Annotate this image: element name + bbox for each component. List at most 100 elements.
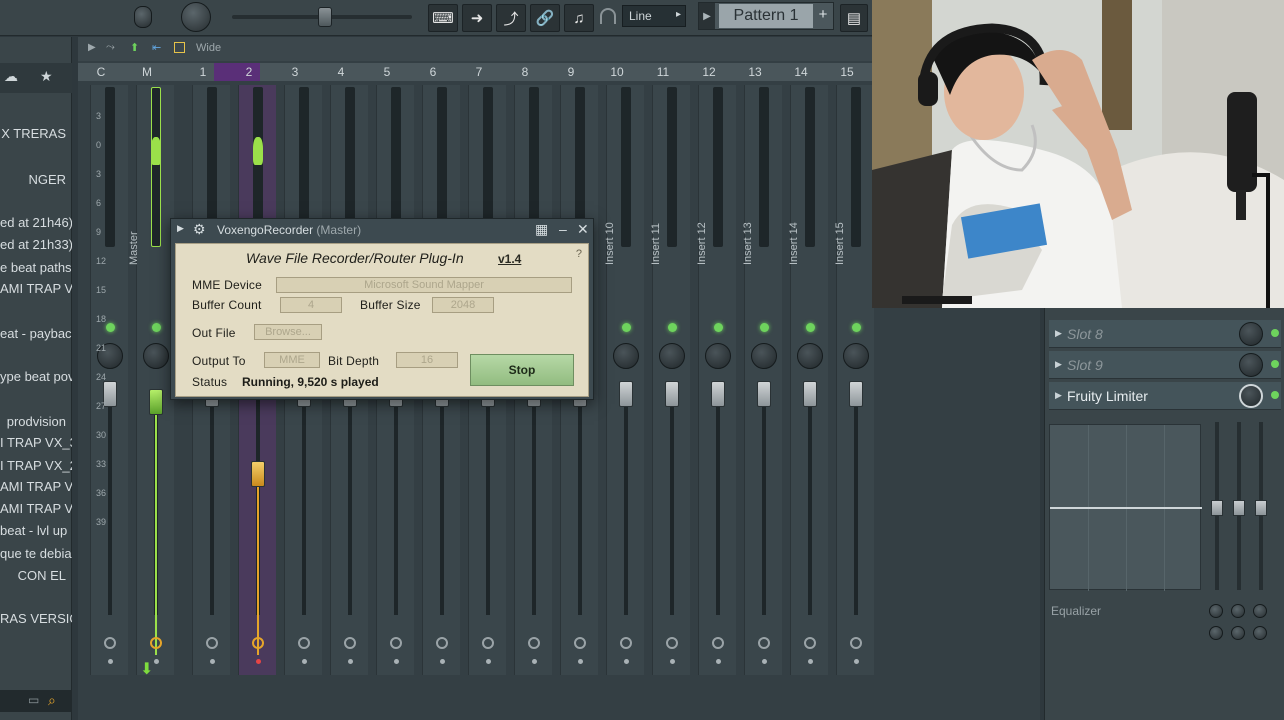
search-icon[interactable]: ⌕ xyxy=(48,692,56,709)
browser-item[interactable]: CON EL xyxy=(0,568,72,588)
slot-enable-led[interactable] xyxy=(1271,329,1279,337)
browser-item[interactable]: ed at 21h46) xyxy=(0,215,72,235)
slide-icon[interactable]: ⤴ xyxy=(496,4,526,32)
volume-fader[interactable] xyxy=(149,389,163,415)
metronome-icon[interactable]: ♫ xyxy=(564,4,594,32)
eq-bw-knob[interactable] xyxy=(1253,626,1267,640)
disk-record-dot[interactable] xyxy=(808,659,813,664)
track-number-8[interactable]: 8 xyxy=(510,65,540,79)
typing-keyboard-icon[interactable]: ⌨ xyxy=(428,4,458,32)
fader-track[interactable] xyxy=(210,395,214,615)
sidechain-icon[interactable]: ⇤ xyxy=(152,41,161,54)
mute-led[interactable] xyxy=(714,323,723,332)
star-icon[interactable]: ★ xyxy=(40,68,53,85)
buffer-count-field[interactable]: 4 xyxy=(280,297,342,313)
mme-device-field[interactable]: Microsoft Sound Mapper xyxy=(276,277,572,293)
link-channel-icon[interactable]: ⤳ xyxy=(106,41,115,54)
eq-band-high-fader[interactable] xyxy=(1255,500,1267,516)
disk-record-dot[interactable] xyxy=(348,659,353,664)
browser-item[interactable]: beat - lvl up xyxy=(0,523,72,543)
insert-strip[interactable] xyxy=(836,85,874,675)
eq-bw-knob[interactable] xyxy=(1231,626,1245,640)
route-button[interactable] xyxy=(344,637,356,649)
eq-freq-knob[interactable] xyxy=(1253,604,1267,618)
eq-graph[interactable] xyxy=(1049,424,1202,591)
track-number-6[interactable]: 6 xyxy=(418,65,448,79)
volume-fader[interactable] xyxy=(619,381,633,407)
slot-arrow-icon[interactable]: ▶ xyxy=(1055,359,1062,370)
browser-item[interactable]: ype beat pov xyxy=(0,369,72,389)
browser-item[interactable]: AMI TRAP VX xyxy=(0,501,72,521)
fader-track[interactable] xyxy=(394,395,398,615)
minimize-icon[interactable]: – xyxy=(559,221,567,237)
browse-button[interactable]: Browse... xyxy=(254,324,322,340)
track-number-12[interactable]: 12 xyxy=(694,65,724,79)
master-pitch-thumb[interactable] xyxy=(318,7,332,27)
route-icon[interactable]: ⬆ xyxy=(130,41,139,54)
route-button[interactable] xyxy=(390,637,402,649)
volume-fader[interactable] xyxy=(803,381,817,407)
track-number-c[interactable]: C xyxy=(86,65,116,79)
disk-record-dot[interactable] xyxy=(624,659,629,664)
disk-record-dot[interactable] xyxy=(670,659,675,664)
eq-freq-knob[interactable] xyxy=(1209,604,1223,618)
step-edit-arrow-icon[interactable]: ➜ xyxy=(462,4,492,32)
browser-item[interactable]: AMI TRAP VX xyxy=(0,479,72,499)
route-button[interactable] xyxy=(574,637,586,649)
route-button[interactable] xyxy=(206,637,218,649)
browser-item[interactable]: que te debia xyxy=(0,546,72,566)
browser-item[interactable]: e beat paths xyxy=(0,260,72,280)
pan-knob[interactable] xyxy=(797,343,823,369)
folder-icon[interactable]: ▭ xyxy=(28,693,39,707)
fader-track[interactable] xyxy=(578,395,582,615)
mixer-view-label[interactable]: Wide xyxy=(196,42,221,54)
fader-track[interactable] xyxy=(624,395,628,615)
route-button[interactable] xyxy=(758,637,770,649)
browser-item[interactable]: eat - payback xyxy=(0,326,72,346)
route-button[interactable] xyxy=(850,637,862,649)
route-button[interactable] xyxy=(436,637,448,649)
cloud-icon[interactable]: ☁ xyxy=(4,68,18,85)
disk-record-dot[interactable] xyxy=(256,659,261,664)
fader-track[interactable] xyxy=(302,395,306,615)
view-toggle-icon[interactable] xyxy=(174,42,185,53)
route-button[interactable] xyxy=(804,637,816,649)
route-button[interactable] xyxy=(620,637,632,649)
disk-record-dot[interactable] xyxy=(532,659,537,664)
disk-record-dot[interactable] xyxy=(440,659,445,664)
volume-fader[interactable] xyxy=(665,381,679,407)
insert-strip[interactable] xyxy=(606,85,644,675)
browser-item[interactable]: I TRAP VX_3 xyxy=(0,435,72,455)
pan-knob[interactable] xyxy=(613,343,639,369)
pan-knob[interactable] xyxy=(751,343,777,369)
fx-slot[interactable]: ▶ Slot 9 xyxy=(1049,351,1281,379)
route-button[interactable] xyxy=(150,637,162,649)
slot-enable-led[interactable] xyxy=(1271,360,1279,368)
play-triangle-icon[interactable]: ▶ xyxy=(699,3,715,29)
disk-record-dot[interactable] xyxy=(486,659,491,664)
fader-track[interactable] xyxy=(532,395,536,615)
insert-strip[interactable] xyxy=(744,85,782,675)
mute-led[interactable] xyxy=(760,323,769,332)
volume-fader[interactable] xyxy=(251,461,265,487)
fx-slot[interactable]: ▶ Slot 8 xyxy=(1049,320,1281,348)
close-icon[interactable]: ✕ xyxy=(577,221,589,238)
mouse-icon[interactable] xyxy=(134,6,152,28)
pan-knob[interactable] xyxy=(705,343,731,369)
track-number-11[interactable]: 11 xyxy=(648,65,678,79)
snap-select[interactable]: Line ▸ xyxy=(622,5,686,27)
master-volume-knob[interactable] xyxy=(181,2,211,32)
track-number-9[interactable]: 9 xyxy=(556,65,586,79)
browser-item[interactable]: AMI TRAP VX xyxy=(0,281,72,301)
slot-mix-knob[interactable] xyxy=(1239,353,1263,377)
track-number-5[interactable]: 5 xyxy=(372,65,402,79)
plugin-menu-arrow-icon[interactable]: ▶ xyxy=(177,223,184,234)
slot-arrow-icon[interactable]: ▶ xyxy=(1055,328,1062,339)
pan-knob[interactable] xyxy=(659,343,685,369)
insert-strip[interactable] xyxy=(790,85,828,675)
route-button[interactable] xyxy=(666,637,678,649)
route-button[interactable] xyxy=(528,637,540,649)
route-button[interactable] xyxy=(104,637,116,649)
add-pattern-button[interactable]: + xyxy=(815,6,831,26)
mute-led[interactable] xyxy=(668,323,677,332)
